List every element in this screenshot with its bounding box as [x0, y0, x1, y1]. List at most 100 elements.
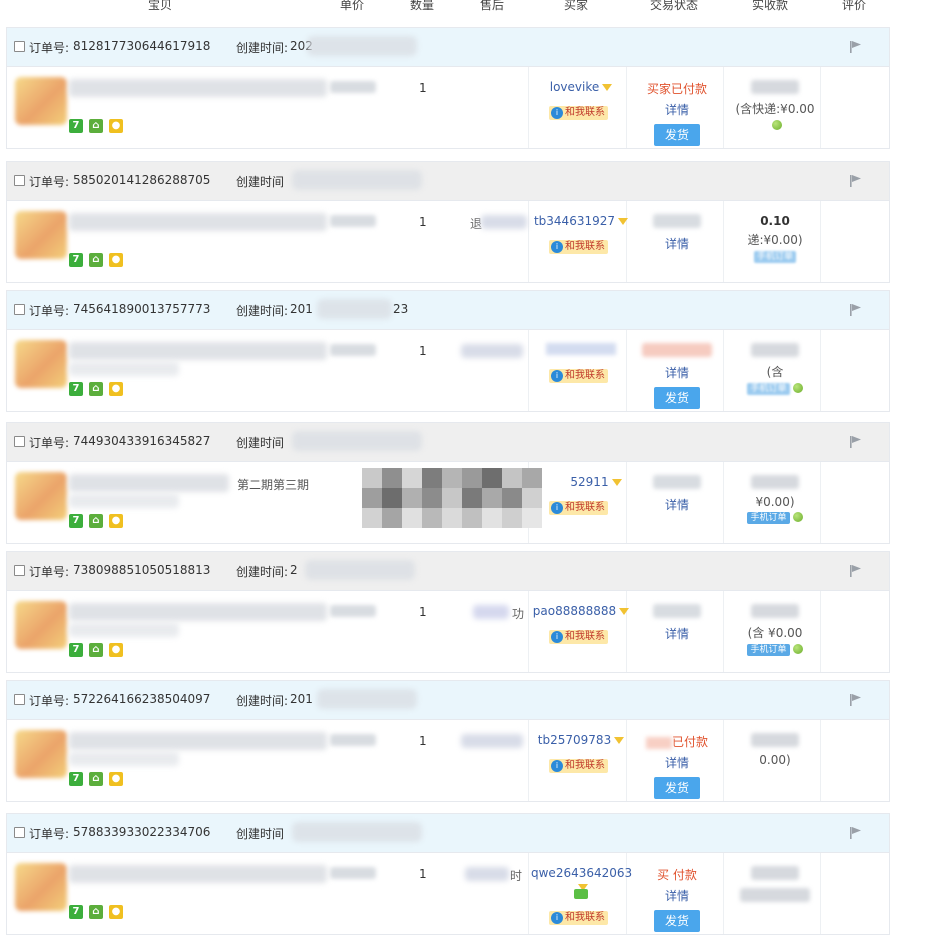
order-no: 744930433916345827	[73, 434, 211, 448]
buyer-name[interactable]: 52911	[570, 475, 608, 489]
order-checkbox[interactable]	[14, 694, 25, 705]
ship-button[interactable]: 发货	[654, 910, 700, 932]
ship-button[interactable]: 发货	[654, 387, 700, 409]
order-header: 订单号: 572264166238504097 创建时间: 201	[7, 681, 889, 720]
detail-link[interactable]: 详情	[629, 235, 725, 252]
contact-label: 和我联系	[565, 241, 605, 252]
product-thumbnail[interactable]	[15, 472, 67, 520]
contact-button[interactable]: i 和我联系	[549, 240, 608, 254]
shipping-fee: (含快递:¥0.00	[735, 102, 815, 116]
ship-button[interactable]: 发货	[654, 777, 700, 799]
order-checkbox[interactable]	[14, 175, 25, 186]
product-thumbnail[interactable]	[15, 863, 67, 911]
flag-icon[interactable]	[849, 174, 863, 188]
contact-button[interactable]: i 和我联系	[549, 911, 608, 925]
buyer-name[interactable]: tb344631927	[534, 214, 615, 228]
seven-day-return-icon: 7	[69, 382, 83, 396]
contact-button[interactable]: i 和我联系	[549, 369, 608, 383]
received-cell: 0.10 递:¥0.00) 手机订单	[725, 214, 825, 263]
gold-medal-icon: ●	[109, 253, 123, 267]
product-title-fragment[interactable]: 第二期第三期	[237, 476, 309, 493]
contact-label: 和我联系	[565, 631, 605, 642]
product-thumbnail[interactable]	[15, 730, 67, 778]
buyer-name[interactable]: lovevike	[550, 80, 600, 94]
product-title-blurred[interactable]	[69, 732, 327, 750]
message-icon[interactable]	[574, 889, 588, 899]
status-blurred	[653, 604, 701, 618]
flag-icon[interactable]	[849, 564, 863, 578]
detail-link[interactable]: 详情	[629, 754, 725, 771]
col-status: 交易状态	[650, 0, 699, 12]
status-text: 买家已付款	[646, 82, 707, 96]
shipping-fee: ¥0.00)	[755, 495, 795, 509]
seven-day-return-icon: 7	[69, 253, 83, 267]
order-checkbox[interactable]	[14, 41, 25, 52]
contact-button[interactable]: i 和我联系	[549, 630, 608, 644]
ship-button[interactable]: 发货	[654, 124, 700, 146]
after-sale-text[interactable]: 功	[512, 605, 524, 622]
flag-icon[interactable]	[849, 435, 863, 449]
filter-icon[interactable]	[618, 218, 629, 225]
product-thumbnail[interactable]	[15, 211, 67, 259]
buyer-cell: tb25709783	[531, 733, 631, 747]
col-item: 宝贝	[148, 0, 173, 12]
order-body: 7 ⌂ ● 1 lovevike i 和我联系 买家已付款 详情 发货 (含快递:¥0…	[7, 67, 889, 148]
buyer-name[interactable]: pao88888888	[533, 604, 616, 618]
order-row: 订单号: 585020141286288705 创建时间 7 ⌂ ● 1 退 tb3…	[6, 161, 890, 283]
order-header: 订单号: 744930433916345827 创建时间	[7, 423, 889, 462]
flag-icon[interactable]	[849, 826, 863, 840]
buyer-name[interactable]: tb25709783	[538, 733, 611, 747]
flag-icon[interactable]	[849, 40, 863, 54]
contact-button[interactable]: i 和我联系	[549, 501, 608, 515]
order-header: 订单号: 578833933022334706 创建时间	[7, 814, 889, 853]
order-body: 7 ⌂ ● 1 i 和我联系 详情 发货 (含 手机订单	[7, 330, 889, 411]
buyer-cell: tb344631927	[531, 214, 631, 228]
contact-label: 和我联系	[565, 912, 605, 923]
after-sale-text[interactable]: 时	[510, 867, 522, 884]
filter-icon[interactable]	[611, 479, 622, 486]
product-title-blurred[interactable]	[69, 474, 229, 492]
order-body: 7 ⌂ ● 1 tb25709783 i 和我联系 已付款 详情 发货 0.00)	[7, 720, 889, 801]
order-checkbox[interactable]	[14, 304, 25, 315]
unit-price-blurred	[330, 81, 376, 93]
buyer-name[interactable]: qwe2643642063	[531, 866, 632, 880]
green-dot-icon	[792, 511, 803, 522]
product-thumbnail[interactable]	[15, 340, 67, 388]
filter-icon[interactable]	[602, 84, 613, 91]
received-cell	[725, 866, 825, 905]
service-badges: 7 ⌂ ●	[69, 772, 129, 786]
product-thumbnail[interactable]	[15, 77, 67, 125]
contact-button[interactable]: i 和我联系	[549, 759, 608, 773]
home-icon: ⌂	[89, 382, 103, 396]
contact-button[interactable]: i 和我联系	[549, 106, 608, 120]
product-title-blurred[interactable]	[69, 865, 327, 883]
quantity: 1	[419, 81, 427, 95]
product-thumbnail[interactable]	[15, 601, 67, 649]
after-sale-blurred	[461, 734, 523, 748]
product-title-blurred[interactable]	[69, 213, 327, 231]
product-subtitle-blurred	[69, 362, 179, 376]
order-checkbox[interactable]	[14, 827, 25, 838]
detail-link[interactable]: 详情	[629, 101, 725, 118]
filter-icon[interactable]	[619, 608, 630, 615]
buyer-cell: pao88888888	[531, 604, 631, 618]
filter-icon[interactable]	[614, 737, 625, 744]
quantity: 1	[419, 344, 427, 358]
gold-medal-icon: ●	[109, 643, 123, 657]
detail-link[interactable]: 详情	[629, 887, 725, 904]
product-title-blurred[interactable]	[69, 603, 327, 621]
order-body: 7 ⌂ ● 1 功 pao88888888 i 和我联系 详情 (含 ¥0.00 手机…	[7, 591, 889, 672]
order-checkbox[interactable]	[14, 436, 25, 447]
flag-icon[interactable]	[849, 693, 863, 707]
product-title-blurred[interactable]	[69, 342, 327, 360]
detail-link[interactable]: 详情	[629, 625, 725, 642]
product-title-blurred[interactable]	[69, 79, 327, 97]
detail-link[interactable]: 详情	[629, 364, 725, 381]
service-badges: 7 ⌂ ●	[69, 514, 129, 528]
quantity: 1	[419, 734, 427, 748]
detail-link[interactable]: 详情	[629, 496, 725, 513]
flag-icon[interactable]	[849, 303, 863, 317]
buyer-cell: lovevike	[531, 80, 631, 94]
order-checkbox[interactable]	[14, 565, 25, 576]
received-amount: 0.10	[760, 214, 790, 228]
